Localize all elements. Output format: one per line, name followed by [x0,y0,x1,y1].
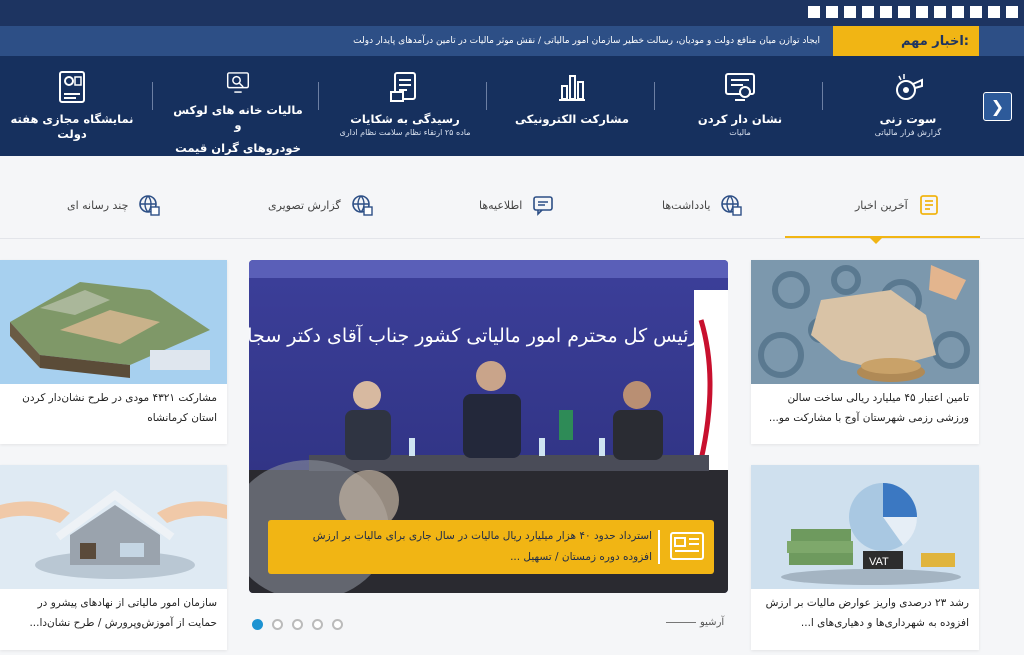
archive-line [666,622,696,623]
ticker-news-link[interactable]: ایجاد توازن میان منافع دولت و مودیان، رس… [353,26,820,56]
news-caption: سازمان امور مالیاتی از نهادهای پیشرو در … [29,597,217,629]
news-card[interactable]: VAT رشد ۲۳ درصدی واریز عوارض مالیات بر ا… [751,465,979,650]
banner-title: نشست رئیس کل محترم امور مالیاتی کشور جنا… [249,323,728,347]
complaint-icon [390,72,416,102]
globe-icon [351,195,373,216]
news-card[interactable]: تامین اعتبار ۴۵ میلیارد ریالی ساخت سالن … [751,260,979,444]
news-caption: تامین اعتبار ۴۵ میلیارد ریالی ساخت سالن … [768,392,969,424]
monitor-icon [725,73,755,101]
news-caption: مشارکت ۴۳۲۱ مودی در طرح نشان‌دار کردن اس… [22,392,217,424]
svg-text:VAT: VAT [869,556,889,568]
news-image [0,260,227,384]
content-tabs: آخرین اخبار یادداشت‌ها اطلاعیه‌ها گزارش … [0,186,1024,244]
decorative-squares [808,6,1018,18]
active-tab-caret [869,237,883,244]
news-image [751,260,979,384]
news-icon [919,195,938,215]
archive-link[interactable]: آرشیو [666,617,724,628]
service-whistleblowing[interactable]: سوت زنی گزارش فرار مالیاتی [858,56,958,156]
services-bar: ❯ سوت زنی گزارش فرار مالیاتی نشان دار کر… [0,56,1024,156]
service-title: نشان دار کردن [697,112,783,126]
service-subtitle: مالیات [729,128,751,137]
archive-label: آرشیو [700,617,725,628]
tab-label: گزارش تصویری [268,198,341,212]
news-card[interactable]: مشارکت ۴۳۲۱ مودی در طرح نشان‌دار کردن اس… [0,260,227,444]
tab-announcements[interactable]: اطلاعیه‌ها [479,194,554,216]
service-complaints[interactable]: رسیدگی به شکایات ماده ۲۵ ارتقاء نظام سلا… [335,56,475,156]
slider-dot[interactable] [332,619,343,630]
news-ticker: اخبار مهم: ایجاد توازن میان منافع دولت و… [0,26,1024,56]
important-news-label: اخبار مهم: [833,26,979,56]
tab-photo-report[interactable]: گزارش تصویری [268,194,373,216]
tab-label: یادداشت‌ها [662,198,711,212]
chevron-right-icon: ❯ [990,97,1005,116]
chat-icon [533,196,554,216]
service-e-participation[interactable]: مشارکت الکترونیکی [512,56,632,156]
chart-icon [559,75,585,101]
news-card[interactable]: سازمان امور مالیاتی از نهادهای پیشرو در … [0,465,227,650]
globe-icon [139,195,161,216]
slider-dot[interactable] [312,619,323,630]
top-strip [0,0,1024,26]
service-title: نمایشگاه مجازی هفته دولت [10,112,134,141]
slider-caption-text: استرداد حدود ۴۰ هزار میلیارد ریال مالیات… [312,530,652,563]
slider-dot[interactable] [252,619,263,630]
news-caption: رشد ۲۳ درصدی واریز عوارض مالیات بر ارزش … [765,597,969,629]
slider-caption[interactable]: استرداد حدود ۴۰ هزار میلیارد ریال مالیات… [268,520,714,574]
service-title: مالیات خانه های لوکس و [173,103,303,132]
news-card-icon [670,532,704,560]
service-marking[interactable]: نشان دار کردن مالیات [690,56,790,156]
service-title: رسیدگی به شکایات [350,112,460,126]
tab-multimedia[interactable]: چند رسانه ای [67,194,161,216]
tab-label: اطلاعیه‌ها [479,198,523,212]
service-subtitle: ماده ۲۵ ارتقاء نظام سلامت نظام اداری [339,128,471,137]
service-title-line2: خودروهای گران قیمت [175,141,301,155]
service-subtitle: گزارش فرار مالیاتی [874,128,942,137]
service-luxury-tax[interactable]: مالیات خانه های لوکس و خودروهای گران قیم… [168,56,308,156]
service-virtual-exhibition[interactable]: نمایشگاه مجازی هفته دولت [2,56,142,156]
slider-dot[interactable] [272,619,283,630]
service-title: سوت زنی [879,112,937,126]
news-image: VAT [751,465,979,589]
slider-dot[interactable] [292,619,303,630]
slider-pagination [252,619,343,630]
news-image [0,465,227,589]
tab-notes[interactable]: یادداشت‌ها [662,194,743,216]
exhibition-icon [59,71,85,103]
whistle-icon [896,74,923,100]
search-monitor-icon [226,72,250,93]
tab-label: آخرین اخبار [855,198,908,212]
tab-latest-news[interactable]: آخرین اخبار [855,194,940,216]
tab-label: چند رسانه ای [67,198,129,212]
globe-icon [721,195,743,216]
service-title: مشارکت الکترونیکی [515,112,629,126]
next-arrow-button[interactable]: ❯ [983,92,1012,121]
caption-divider [658,530,660,564]
